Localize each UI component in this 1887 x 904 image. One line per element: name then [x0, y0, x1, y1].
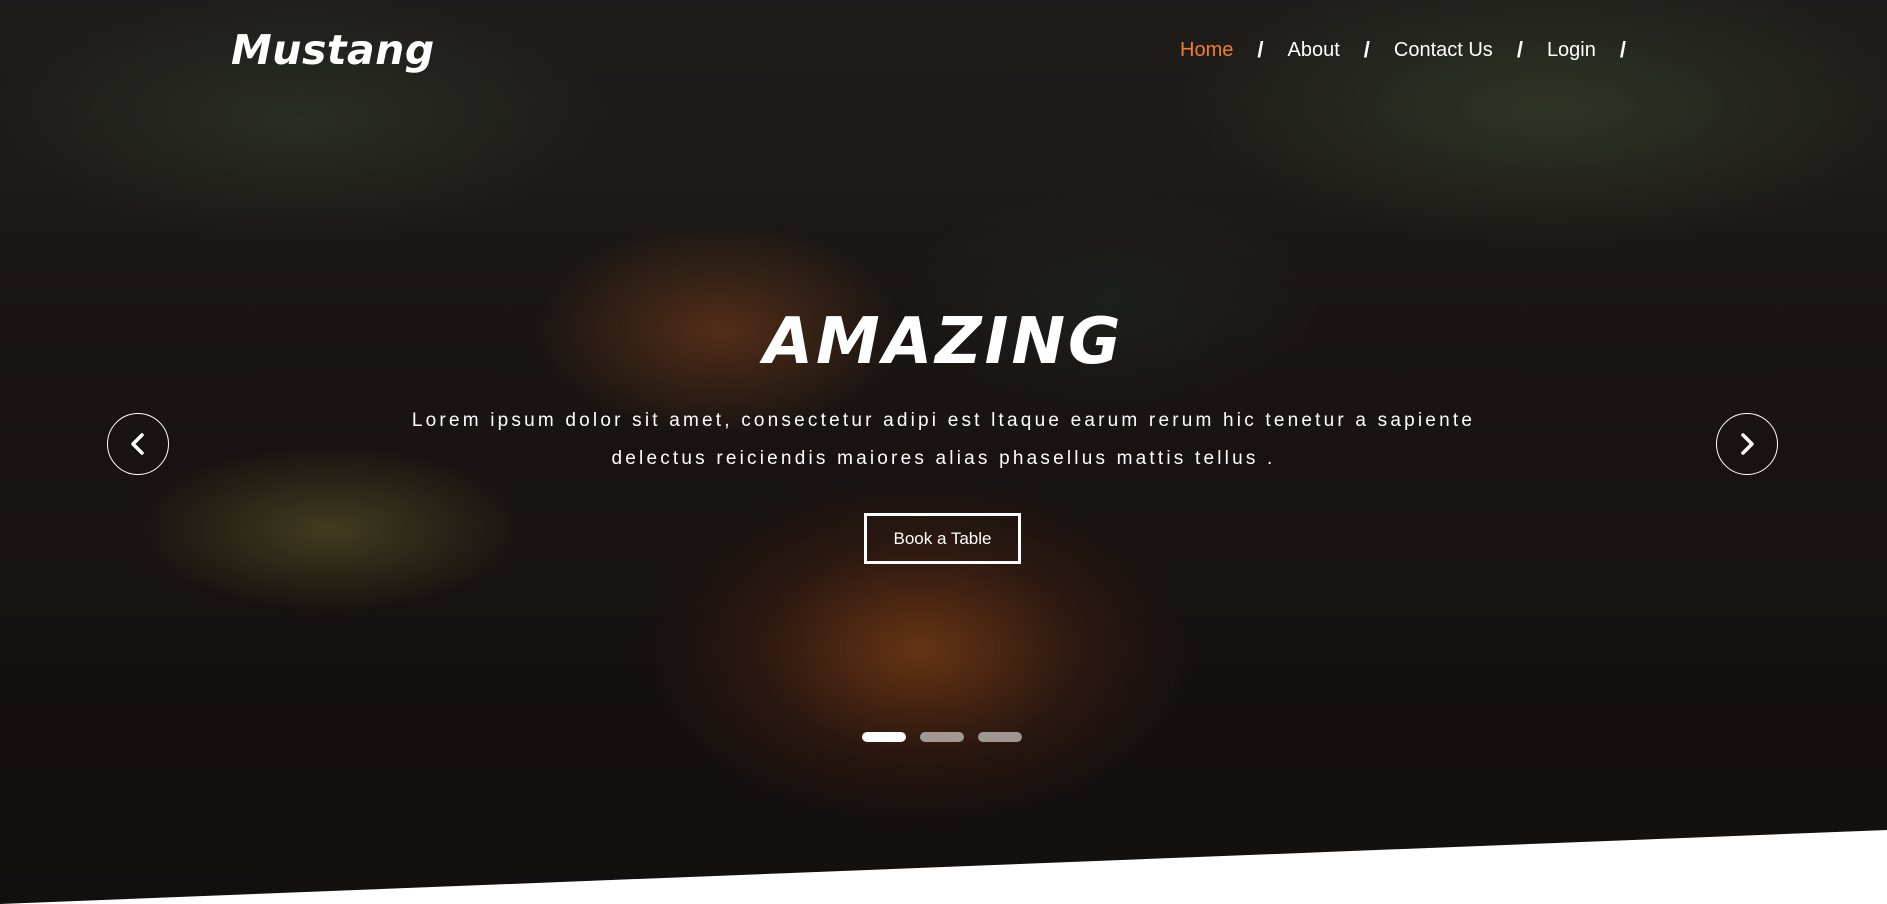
carousel-indicators — [862, 732, 1022, 742]
nav-contact-us[interactable]: Contact Us — [1394, 39, 1493, 62]
nav-separator: / — [1257, 37, 1264, 62]
brand-logo[interactable]: Mustang — [231, 26, 435, 74]
nav-home[interactable]: Home — [1180, 39, 1233, 62]
carousel-indicator-1[interactable] — [862, 732, 906, 742]
book-table-button[interactable]: Book a Table — [864, 513, 1021, 564]
main-nav: Home / About / Contact Us / Login / — [1180, 37, 1650, 63]
chevron-right-icon — [1741, 433, 1754, 455]
hero-banner: Mustang Home / About / Contact Us / Logi… — [0, 0, 1887, 904]
carousel-indicator-2[interactable] — [920, 732, 964, 742]
hero-headline: AMAZING — [763, 305, 1124, 379]
hero-subtext: Lorem ipsum dolor sit amet, consectetur … — [411, 410, 1476, 469]
carousel-indicator-3[interactable] — [978, 732, 1022, 742]
carousel-next-button[interactable] — [1716, 413, 1778, 475]
nav-about[interactable]: About — [1287, 39, 1339, 62]
nav-separator: / — [1363, 37, 1370, 62]
nav-separator: / — [1516, 37, 1523, 62]
nav-separator: / — [1619, 37, 1626, 62]
chevron-left-icon — [131, 433, 144, 455]
carousel-prev-button[interactable] — [107, 413, 169, 475]
nav-login[interactable]: Login — [1547, 39, 1596, 62]
